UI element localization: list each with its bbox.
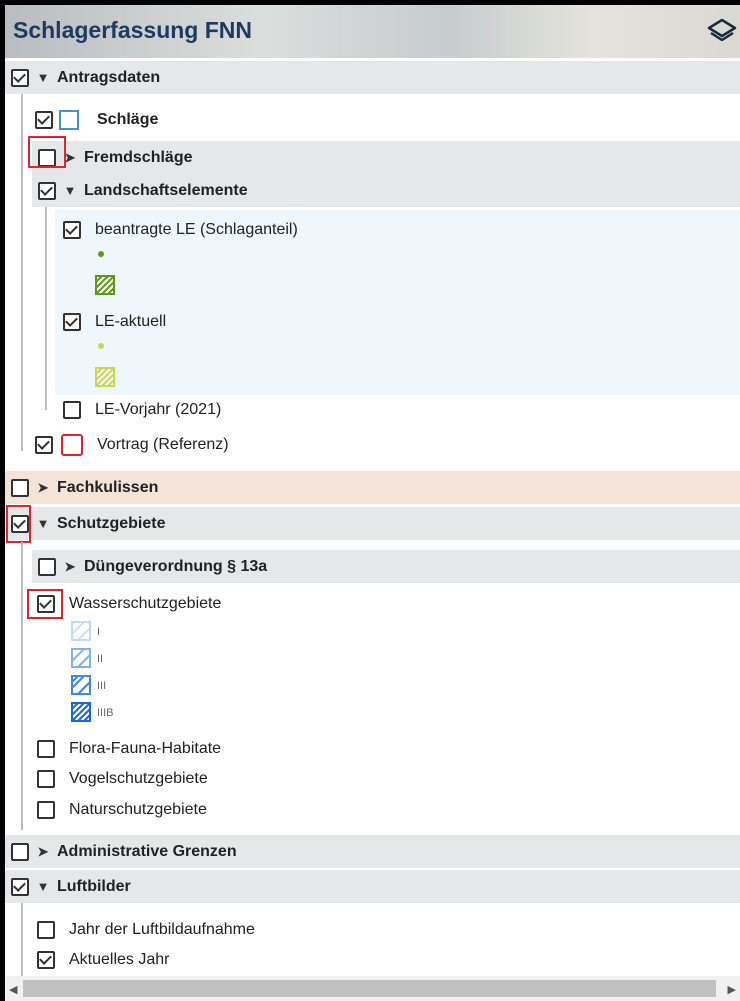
scrollbar-thumb[interactable] [23, 980, 716, 997]
hatch-swatch-icon [95, 275, 115, 295]
layer-flora-fauna[interactable]: Flora-Fauna-Habitate [37, 732, 437, 765]
admin-grenzen-checkbox[interactable] [11, 842, 29, 861]
tree-line [21, 903, 23, 976]
group-landschaftselemente[interactable]: ▼ Landschaftselemente [32, 174, 740, 207]
layer-vogelschutz[interactable]: Vogelschutzgebiete [37, 762, 437, 795]
chevron-right-icon[interactable]: ➤ [29, 480, 57, 496]
vortrag-checkbox[interactable] [35, 435, 53, 454]
highlight-box [27, 589, 63, 619]
highlight-box [6, 505, 31, 543]
layer-label: LE-aktuell [95, 312, 167, 330]
chevron-down-icon[interactable]: ▼ [56, 183, 84, 198]
layer-label: Wasserschutzgebiete [69, 594, 222, 612]
layer-le-aktuell[interactable]: LE-aktuell [63, 305, 463, 338]
beantragte-le-checkbox[interactable] [63, 220, 81, 239]
group-label: Fremdschläge [84, 148, 193, 166]
group-label: Fachkulissen [57, 478, 159, 496]
layer-beantragte-le[interactable]: beantragte LE (Schlaganteil) [63, 213, 463, 246]
layer-label: beantragte LE (Schlaganteil) [95, 220, 298, 238]
chevron-right-icon[interactable]: ➤ [56, 559, 84, 575]
group-duengeverordnung[interactable]: ➤ Düngeverordnung § 13a [32, 550, 740, 583]
group-fachkulissen[interactable]: ➤ Fachkulissen [5, 471, 740, 504]
layer-label: Aktuelles Jahr [69, 950, 170, 968]
point-symbol-icon [98, 343, 104, 349]
fachkulissen-checkbox[interactable] [11, 478, 29, 497]
tree-line [45, 207, 47, 410]
group-label: Luftbilder [57, 877, 131, 895]
jahr-luftbild-checkbox[interactable] [37, 920, 55, 939]
layer-label: Schläge [97, 110, 159, 128]
hatch-swatch-icon [71, 675, 91, 695]
group-label: Administrative Grenzen [57, 842, 237, 860]
group-label: Antragsdaten [57, 68, 161, 86]
group-fremdschlaege[interactable]: ➤ Fremdschläge [32, 141, 740, 174]
group-label: Düngeverordnung § 13a [84, 557, 268, 575]
schlaege-checkbox[interactable] [35, 110, 53, 129]
vogelschutz-checkbox[interactable] [37, 769, 55, 788]
chevron-down-icon[interactable]: ▼ [29, 516, 57, 531]
tree-line [21, 94, 23, 451]
layer-label: Vogelschutzgebiete [69, 769, 208, 787]
horizontal-scrollbar[interactable]: ◀ ▶ [5, 976, 740, 1001]
legend-label-iiib: IIIB [97, 707, 114, 719]
aktuelles-jahr-checkbox[interactable] [37, 950, 55, 969]
layer-label: LE-Vorjahr (2021) [95, 400, 222, 418]
square-swatch-icon [61, 433, 83, 456]
group-label: Schutzgebiete [57, 514, 166, 532]
layer-panel: Schlagerfassung FNN ▼ Antragsdaten Schlä… [5, 5, 740, 1001]
layer-label: Vortrag (Referenz) [97, 435, 229, 453]
scroll-right-icon[interactable]: ▶ [728, 983, 736, 996]
highlight-box [28, 136, 66, 168]
layer-aktuelles-jahr[interactable]: Aktuelles Jahr [37, 943, 437, 976]
panel-header: Schlagerfassung FNN [5, 5, 740, 58]
group-antragsdaten[interactable]: ▼ Antragsdaten [5, 61, 740, 94]
point-symbol-icon [98, 251, 104, 257]
square-swatch-icon [59, 109, 79, 130]
luftbilder-checkbox[interactable] [11, 877, 29, 896]
layer-label: Flora-Fauna-Habitate [69, 739, 222, 757]
hatch-swatch-icon [71, 648, 91, 668]
duengeverordnung-checkbox[interactable] [38, 557, 56, 576]
legend-label-ii: II [97, 653, 104, 665]
group-admin-grenzen[interactable]: ➤ Administrative Grenzen [5, 835, 740, 868]
hatch-swatch-icon [71, 621, 91, 641]
layer-label: Jahr der Luftbildaufnahme [69, 920, 255, 938]
chevron-right-icon[interactable]: ➤ [29, 844, 57, 860]
legend-label-i: I [97, 626, 101, 638]
chevron-down-icon[interactable]: ▼ [29, 879, 57, 894]
scroll-left-icon[interactable]: ◀ [9, 983, 17, 996]
le-vorjahr-checkbox[interactable] [63, 400, 81, 419]
layer-label: Naturschutzgebiete [69, 800, 207, 818]
layers-icon[interactable] [706, 16, 738, 48]
tree-line [21, 542, 23, 830]
antragsdaten-checkbox[interactable] [11, 68, 29, 87]
layer-vortrag[interactable]: Vortrag (Referenz) [35, 428, 435, 461]
chevron-down-icon[interactable]: ▼ [29, 70, 57, 85]
panel-title: Schlagerfassung FNN [13, 17, 252, 43]
le-aktuell-checkbox[interactable] [63, 312, 81, 331]
layer-le-vorjahr[interactable]: LE-Vorjahr (2021) [63, 393, 463, 426]
group-schutzgebiete[interactable]: ▼ Schutzgebiete [5, 507, 740, 540]
landschaftselemente-checkbox[interactable] [38, 181, 56, 200]
flora-fauna-checkbox[interactable] [37, 739, 55, 758]
legend-label-iii: III [97, 680, 107, 692]
group-label: Landschaftselemente [84, 181, 248, 199]
layer-naturschutz[interactable]: Naturschutzgebiete [37, 793, 437, 826]
layer-schlaege[interactable]: Schläge [35, 103, 335, 136]
layer-jahr-luftbild[interactable]: Jahr der Luftbildaufnahme [37, 913, 437, 946]
naturschutz-checkbox[interactable] [37, 800, 55, 819]
hatch-swatch-icon [71, 702, 91, 722]
group-luftbilder[interactable]: ▼ Luftbilder [5, 870, 740, 903]
hatch-swatch-icon [95, 367, 115, 387]
layer-wasserschutzgebiete[interactable]: Wasserschutzgebiete [37, 587, 437, 620]
